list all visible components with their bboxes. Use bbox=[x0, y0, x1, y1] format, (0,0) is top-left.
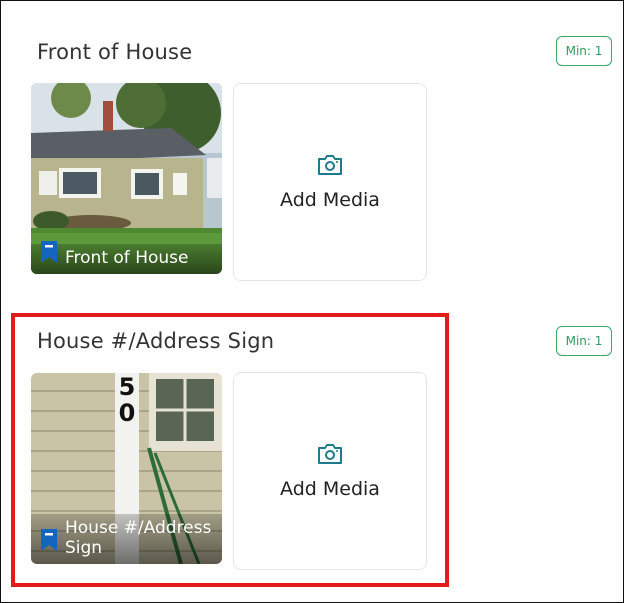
section-title: Front of House bbox=[37, 40, 193, 64]
add-media-button[interactable]: Add Media bbox=[233, 83, 427, 281]
bookmark-icon[interactable] bbox=[39, 240, 59, 264]
min-count-badge: Min: 1 bbox=[556, 326, 612, 356]
highlight-box bbox=[11, 313, 449, 587]
add-media-label: Add Media bbox=[280, 189, 380, 211]
camera-icon bbox=[318, 155, 342, 175]
photo-thumbnail[interactable]: Front of House bbox=[31, 83, 222, 274]
photo-caption: Front of House bbox=[31, 244, 222, 274]
min-count-badge: Min: 1 bbox=[556, 36, 612, 66]
